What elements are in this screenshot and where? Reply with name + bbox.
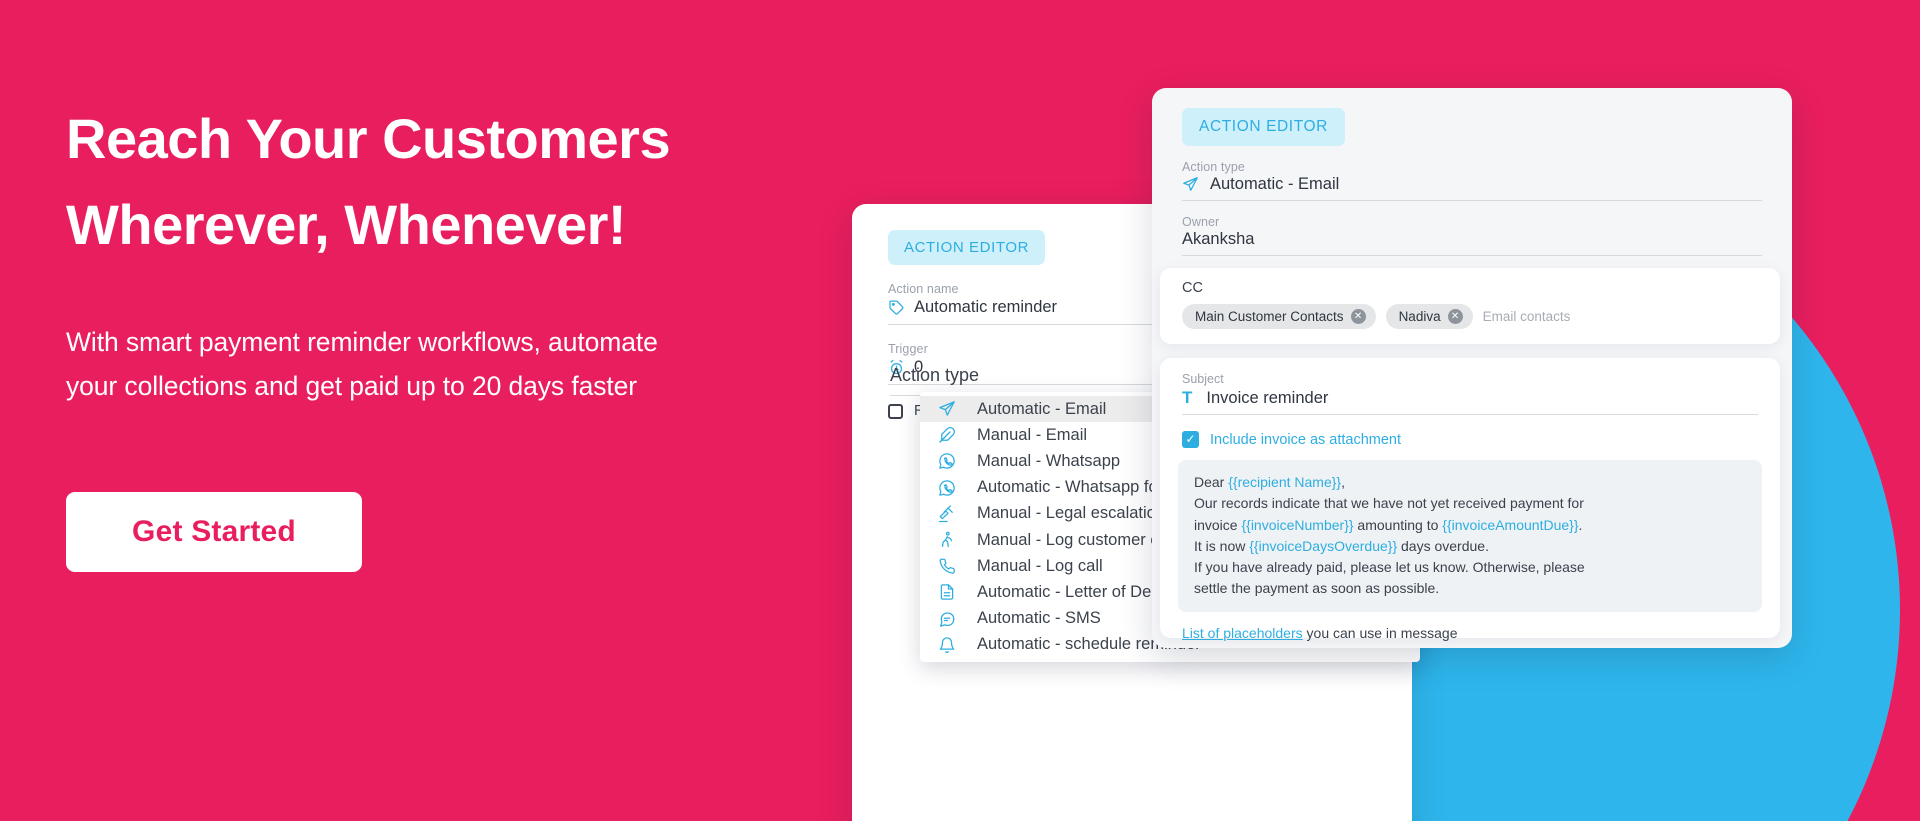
email-body-preview[interactable]: Dear {{recipient Name}}, Our records ind… <box>1178 460 1762 612</box>
bell-icon <box>938 636 958 654</box>
placeholder-invoice-amount-due: {{invoiceAmountDue}} <box>1442 516 1579 533</box>
body-line4-post: days overdue. <box>1397 537 1489 554</box>
email-body-line-1: Dear {{recipient Name}}, <box>1194 472 1746 493</box>
walking-icon <box>938 531 958 549</box>
cc-chip[interactable]: Nadiva ✕ <box>1385 304 1473 329</box>
body-line1-post: , <box>1341 474 1345 490</box>
action-type-option-label: Automatic - Email <box>977 399 1107 418</box>
owner-value: Akanksha <box>1182 230 1255 248</box>
include-attachment-label: Include invoice as attachment <box>1210 431 1402 448</box>
promo-banner: Reach Your Customers Wherever, Whenever!… <box>0 0 1920 821</box>
text-format-icon: T <box>1182 388 1193 407</box>
email-body-line-2: Our records indicate that we have not ye… <box>1194 495 1584 512</box>
cc-field-label: CC <box>1182 280 1203 296</box>
document-icon <box>938 583 958 601</box>
action-editor-badge-back: ACTION EDITOR <box>888 230 1046 265</box>
email-body-line-6: settle the payment as soon as possible. <box>1194 580 1440 597</box>
action-type-option-label: Manual - Log call <box>977 556 1103 575</box>
repeat-action-checkbox[interactable] <box>888 403 903 419</box>
headline-line-2: Wherever, Whenever! <box>66 192 627 256</box>
cc-panel: CC Main Customer Contacts ✕ Nadiva ✕ Email c… <box>1160 268 1780 344</box>
placeholder-invoice-days-overdue: {{invoiceDaysOverdue}} <box>1249 537 1398 554</box>
paper-plane-icon <box>1182 176 1199 193</box>
email-panel: Subject T Invoice reminder ✓ Include inv… <box>1160 358 1780 641</box>
close-icon[interactable]: ✕ <box>1447 309 1463 324</box>
placeholder-recipient-name: {{recipient Name}} <box>1228 474 1342 490</box>
headline-line-1: Reach Your Customers <box>66 107 671 170</box>
cc-chip-label: Nadiva <box>1398 309 1441 324</box>
close-icon[interactable]: ✕ <box>1350 309 1366 324</box>
action-type-label-front: Action type <box>1182 160 1245 174</box>
body-line4-pre: It is now <box>1194 537 1250 554</box>
get-started-button[interactable]: Get Started <box>66 492 362 572</box>
action-type-option-label: Automatic - SMS <box>977 609 1101 628</box>
body-line3-pre: invoice <box>1194 516 1242 533</box>
body-line1-pre: Dear <box>1194 474 1229 490</box>
whatsapp-icon <box>938 479 958 497</box>
subject-value: Invoice reminder <box>1206 388 1329 407</box>
action-editor-badge-front: ACTION EDITOR <box>1182 108 1345 146</box>
owner-field[interactable]: Akanksha <box>1182 229 1762 256</box>
email-body-line-4: It is now {{invoiceDaysOverdue}} days ov… <box>1194 536 1746 557</box>
owner-label: Owner <box>1182 215 1220 229</box>
list-of-placeholders-link[interactable]: List of placeholders <box>1182 625 1303 641</box>
email-body-line-3: invoice {{invoiceNumber}} amounting to {… <box>1194 515 1746 536</box>
action-name-value: Automatic reminder <box>914 298 1058 316</box>
body-line3-mid: amounting to <box>1353 516 1443 533</box>
placeholder-note-suffix: you can use in message <box>1302 624 1458 641</box>
cc-input-placeholder[interactable]: Email contacts <box>1483 309 1571 324</box>
action-type-option-label: Manual - Whatsapp <box>977 451 1121 470</box>
feather-icon <box>938 426 958 444</box>
gavel-icon <box>938 505 958 523</box>
action-type-field[interactable]: Automatic - Email <box>1182 174 1762 201</box>
placeholder-note: List of placeholders you can use in mess… <box>1182 625 1780 641</box>
cc-chip-list: Main Customer Contacts ✕ Nadiva ✕ Email cont… <box>1182 304 1780 329</box>
placeholder-invoice-number: {{invoiceNumber}} <box>1241 516 1354 533</box>
subject-field[interactable]: T Invoice reminder <box>1182 388 1758 415</box>
phone-icon <box>938 557 958 575</box>
tag-icon <box>888 299 905 316</box>
subheadline-line-1: With smart payment reminder workflows, a… <box>66 327 658 358</box>
include-attachment-checkbox[interactable]: ✓ <box>1182 431 1199 448</box>
paper-plane-icon <box>938 400 958 418</box>
action-type-option-label: Manual - Legal escalation <box>977 504 1166 523</box>
sms-icon <box>938 610 958 628</box>
subheadline-line-2: your collections and get paid up to 20 d… <box>66 371 638 402</box>
include-attachment-row[interactable]: ✓ Include invoice as attachment <box>1182 431 1780 448</box>
cc-chip[interactable]: Main Customer Contacts ✕ <box>1182 304 1376 329</box>
action-type-option-label: Manual - Email <box>977 425 1088 444</box>
whatsapp-icon <box>938 452 958 470</box>
cc-chip-label: Main Customer Contacts <box>1195 309 1344 324</box>
email-body-line-5: If you have already paid, please let us … <box>1194 559 1585 576</box>
hero-copy: Reach Your Customers Wherever, Whenever!… <box>66 96 866 409</box>
subject-label: Subject <box>1182 372 1224 386</box>
action-type-value: Automatic - Email <box>1210 175 1340 193</box>
body-line3-post: . <box>1578 516 1583 533</box>
